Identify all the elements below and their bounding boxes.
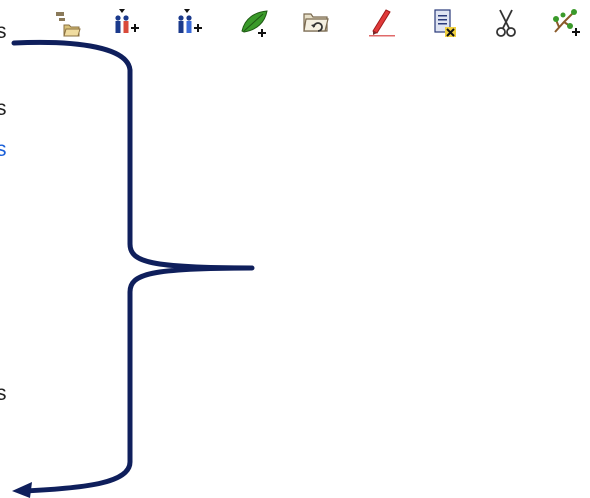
arrow-head-icon — [12, 482, 32, 498]
brace-line — [11, 39, 255, 494]
screenshot-stage: s s s s — [0, 0, 590, 498]
brace-annotation — [11, 39, 255, 498]
